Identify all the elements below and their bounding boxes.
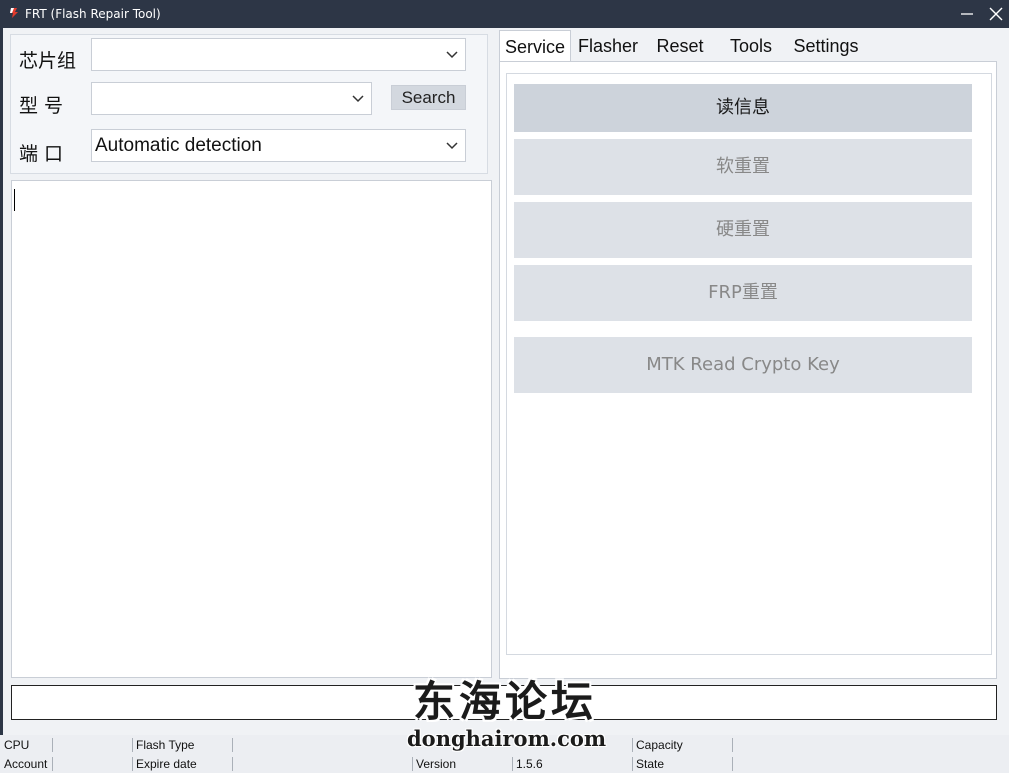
device-selection-panel: 芯片组 型 号 Search 端 口 Automatic detection (10, 34, 488, 174)
version-label: Version (416, 757, 457, 771)
window-title: FRT (Flash Repair Tool) (25, 7, 161, 21)
status-divider (232, 738, 233, 752)
port-select[interactable]: Automatic detection (91, 129, 466, 162)
tab-reset[interactable]: Reset (651, 30, 709, 62)
chevron-down-icon (352, 95, 364, 103)
flash-type-label: Flash Type (136, 738, 195, 752)
status-divider (632, 738, 633, 752)
status-divider (52, 738, 53, 752)
window-frame-edge (0, 28, 3, 773)
progress-bar (11, 685, 997, 720)
service-button-group: 读信息 软重置 硬重置 FRP重置 MTK Read Crypto Key (506, 73, 992, 655)
title-bar: FRT (Flash Repair Tool) (0, 0, 1009, 28)
port-select-value: Automatic detection (95, 135, 262, 156)
model-select[interactable] (91, 82, 372, 115)
minimize-icon[interactable] (956, 4, 978, 24)
status-bar: CPU Account Flash Type Expire date Versi… (0, 735, 1009, 773)
chipset-select[interactable] (91, 38, 466, 71)
status-divider (632, 757, 633, 771)
tab-service[interactable]: Service (499, 30, 571, 63)
read-info-button[interactable]: 读信息 (514, 84, 972, 132)
status-divider (232, 757, 233, 771)
hard-reset-button[interactable]: 硬重置 (514, 202, 972, 258)
status-divider (412, 757, 413, 771)
chevron-down-icon (446, 142, 458, 150)
status-divider (52, 757, 53, 771)
tab-flasher[interactable]: Flasher (573, 30, 643, 62)
status-divider (132, 757, 133, 771)
chevron-down-icon (446, 51, 458, 59)
soft-reset-button[interactable]: 软重置 (514, 139, 972, 195)
service-tab-panel: 读信息 软重置 硬重置 FRP重置 MTK Read Crypto Key (499, 61, 997, 679)
chipset-label: 芯片组 (19, 50, 77, 72)
version-value: 1.5.6 (516, 757, 543, 771)
state-label: State (636, 757, 665, 771)
expire-date-label: Expire date (136, 757, 197, 771)
log-output[interactable] (11, 180, 492, 678)
port-label: 端 口 (19, 143, 64, 165)
tab-settings[interactable]: Settings (789, 30, 863, 62)
account-label: Account (4, 757, 48, 771)
status-divider (512, 757, 513, 771)
capacity-label: Capacity (636, 738, 683, 752)
text-caret (14, 189, 15, 211)
close-icon[interactable] (985, 4, 1007, 24)
mtk-read-crypto-key-button[interactable]: MTK Read Crypto Key (514, 337, 972, 393)
tab-tools[interactable]: Tools (723, 30, 779, 62)
model-label: 型 号 (19, 95, 64, 117)
status-divider (132, 738, 133, 752)
frp-reset-button[interactable]: FRP重置 (514, 265, 972, 321)
tab-bar: Service Flasher Reset Tools Settings (499, 30, 999, 63)
cpu-label: CPU (4, 738, 30, 752)
search-button[interactable]: Search (391, 85, 466, 110)
app-logo-icon (10, 8, 18, 18)
status-divider (732, 738, 733, 752)
status-divider (732, 757, 733, 771)
